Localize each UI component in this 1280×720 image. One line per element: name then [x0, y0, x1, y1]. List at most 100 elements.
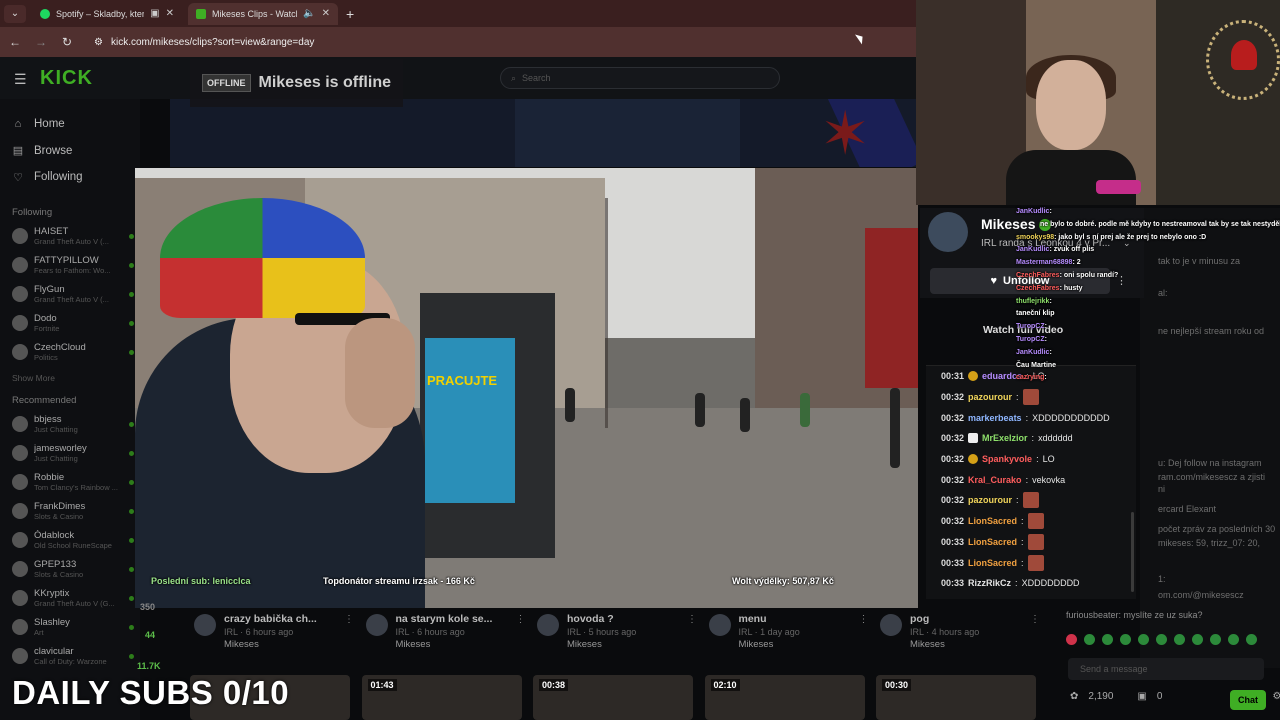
- chat-text: xdddddd: [1038, 433, 1073, 444]
- sidebar-channel[interactable]: GPEP133 Slots & Casino: [0, 555, 140, 584]
- chat-timestamp: 00:32: [941, 433, 965, 444]
- clip-card[interactable]: na starym kole se... IRL · 6 hours ago Mik…: [362, 610, 532, 655]
- sidebar-channel[interactable]: Robbie Tom Clancy's Rainbow ...: [0, 468, 140, 497]
- chat-username[interactable]: MrExelzior: [982, 433, 1028, 443]
- chat-scrollbar[interactable]: [1131, 512, 1134, 592]
- avatar: [12, 590, 28, 606]
- sidebar-item-label: Following: [34, 171, 83, 184]
- clip-channel[interactable]: Mikeses: [739, 639, 774, 650]
- more-options-icon[interactable]: ⋮: [344, 614, 354, 625]
- chat-username[interactable]: LionSacred: [968, 516, 1017, 526]
- chat-username[interactable]: pazourour: [968, 392, 1012, 402]
- reload-icon[interactable]: ↻: [60, 35, 74, 49]
- avatar: [12, 445, 28, 461]
- search-icon: ⌕: [511, 72, 517, 83]
- picture-in-picture-icon[interactable]: ▣: [150, 8, 159, 19]
- clip-channel[interactable]: Mikeses: [567, 639, 602, 650]
- channel-text: Ódablock Old School RuneScape: [34, 530, 123, 550]
- settings-gear-icon[interactable]: ⚙: [1272, 691, 1280, 702]
- clip-channel[interactable]: Mikeses: [224, 639, 259, 650]
- avatar: [12, 619, 28, 635]
- live-indicator: [129, 537, 134, 543]
- forward-icon[interactable]: →: [34, 35, 48, 49]
- gift-icon[interactable]: ▣: [1137, 691, 1146, 702]
- sidebar-channel[interactable]: FATTYPILLOW Fears to Fathom: Wo...: [0, 251, 140, 280]
- chat-username[interactable]: Spankyvole: [982, 454, 1032, 464]
- stream-video[interactable]: PRACUJTE Poslední sub: lenicclca Topdoná…: [135, 168, 918, 608]
- sidebar-channel[interactable]: clavicular Call of Duty: Warzone: [0, 642, 140, 671]
- site-info-icon[interactable]: ⚙: [94, 37, 103, 48]
- last-sub-text: Poslední sub: lenicclca: [151, 576, 251, 586]
- sidebar-channel[interactable]: Dodo Fortnite: [0, 309, 140, 338]
- search-input[interactable]: ⌕ Search: [500, 67, 780, 89]
- chat-timestamp: 00:33: [941, 578, 965, 589]
- sidebar-channel[interactable]: FrankDimes Slots & Casino: [0, 497, 140, 526]
- overlay-chat-line: TuropCZ:: [1016, 323, 1047, 331]
- chat-message: 00:32 MrExelzior: xdddddd: [926, 428, 1136, 449]
- speaker-icon[interactable]: 🔈: [303, 8, 315, 19]
- more-options-icon[interactable]: ⋮: [516, 614, 526, 625]
- channel-text: Dodo Fortnite: [34, 313, 123, 333]
- clip-title[interactable]: menu: [739, 613, 767, 625]
- top-donator-text: Topdonátor streamu irzsak - 166 Kč: [323, 576, 475, 586]
- close-tab-icon[interactable]: ✕: [322, 8, 330, 19]
- more-options-icon[interactable]: ⋮: [687, 614, 697, 625]
- chat-username[interactable]: RizzRikCz: [968, 578, 1011, 588]
- sidebar-channel[interactable]: FlyGun Grand Theft Auto V (...: [0, 280, 140, 309]
- avatar: [12, 344, 28, 360]
- avatar: [880, 614, 902, 636]
- more-options-icon[interactable]: ⋮: [1030, 614, 1040, 625]
- show-more-link[interactable]: Show More: [0, 367, 140, 389]
- clip-channel[interactable]: Mikeses: [396, 639, 431, 650]
- new-tab-button[interactable]: +: [346, 6, 354, 22]
- tab-menu-chevron-icon[interactable]: ⌄: [4, 4, 26, 23]
- sidebar-item-following[interactable]: ♡ Following: [12, 164, 140, 191]
- chat-username[interactable]: markerbeats: [968, 413, 1022, 423]
- clip-meta: IRL · 6 hours ago: [395, 627, 465, 637]
- overlay-username: TuropCZ: [1016, 323, 1045, 331]
- chat-send-button[interactable]: Chat: [1230, 690, 1266, 710]
- chat-message: 00:33 LionSacred:: [926, 552, 1136, 573]
- chat-username[interactable]: LionSacred: [968, 558, 1017, 568]
- sidebar-channel[interactable]: bbjess Just Chatting: [0, 410, 140, 439]
- clip-channel[interactable]: Mikeses: [910, 639, 945, 650]
- clip-title[interactable]: pog: [910, 613, 929, 625]
- sidebar-channel[interactable]: HAISET Grand Theft Auto V (...: [0, 222, 140, 251]
- clip-title[interactable]: na starym kole se...: [396, 613, 493, 625]
- sidebar-channel[interactable]: Ódablock Old School RuneScape: [0, 526, 140, 555]
- clip-thumbnail[interactable]: 02:10: [704, 675, 865, 720]
- url-field[interactable]: ⚙ kick.com/mikeses/clips?sort=view&range…: [90, 31, 690, 53]
- sidebar-channel[interactable]: jamesworley Just Chatting: [0, 439, 140, 468]
- sidebar-channel[interactable]: KKryptix Grand Theft Auto V (G...: [0, 584, 140, 613]
- menu-icon[interactable]: ☰: [14, 71, 27, 88]
- sidebar-item-label: Browse: [34, 144, 73, 157]
- tab-spotify[interactable]: Spotify – Skladby, které se l ▣ ✕: [32, 3, 182, 25]
- back-icon[interactable]: ←: [8, 35, 22, 49]
- tab-title: Spotify – Skladby, které se l: [56, 8, 145, 19]
- sidebar-item-browse[interactable]: ▤ Browse: [12, 138, 140, 165]
- clip-title[interactable]: crazy babička ch...: [224, 613, 317, 625]
- clip-thumbnail[interactable]: 00:30: [876, 675, 1036, 720]
- clip-title[interactable]: hovoda ?: [567, 613, 614, 625]
- channel-name: FrankDimes: [34, 501, 86, 512]
- clip-card[interactable]: hovoda ? IRL · 5 hours ago Mikeses ⋮: [533, 610, 703, 655]
- clip-card[interactable]: menu IRL · 1 day ago Mikeses ⋮: [705, 610, 875, 655]
- avatar[interactable]: [928, 212, 968, 252]
- clip-thumbnail[interactable]: 00:38: [533, 675, 693, 720]
- chat-username[interactable]: LionSacred: [968, 537, 1017, 547]
- sidebar-item-home[interactable]: ⌂ Home: [12, 111, 140, 138]
- tab-kick[interactable]: Mikeses Clips - Watch Live 🔈 ✕: [188, 2, 338, 25]
- clip-card[interactable]: pog IRL · 4 hours ago Mikeses ⋮: [876, 610, 1046, 655]
- overlay-text: zvuk off plis: [1053, 246, 1095, 254]
- chat-input[interactable]: Send a message: [1068, 658, 1264, 680]
- kick-logo[interactable]: KICK: [40, 67, 93, 90]
- chat-username[interactable]: Kral_Curako: [968, 475, 1022, 485]
- sidebar-channel[interactable]: CzechCloud Politics: [0, 338, 140, 367]
- more-options-icon[interactable]: ⋮: [859, 614, 869, 625]
- live-indicator: [129, 320, 134, 326]
- close-tab-icon[interactable]: ✕: [166, 8, 174, 19]
- sidebar-channel[interactable]: Slashley Art: [0, 613, 140, 642]
- clip-thumbnail[interactable]: 01:43: [361, 675, 522, 720]
- clip-card[interactable]: crazy babička ch... IRL · 6 hours ago Mike…: [190, 610, 360, 655]
- chat-username[interactable]: pazourour: [968, 495, 1012, 505]
